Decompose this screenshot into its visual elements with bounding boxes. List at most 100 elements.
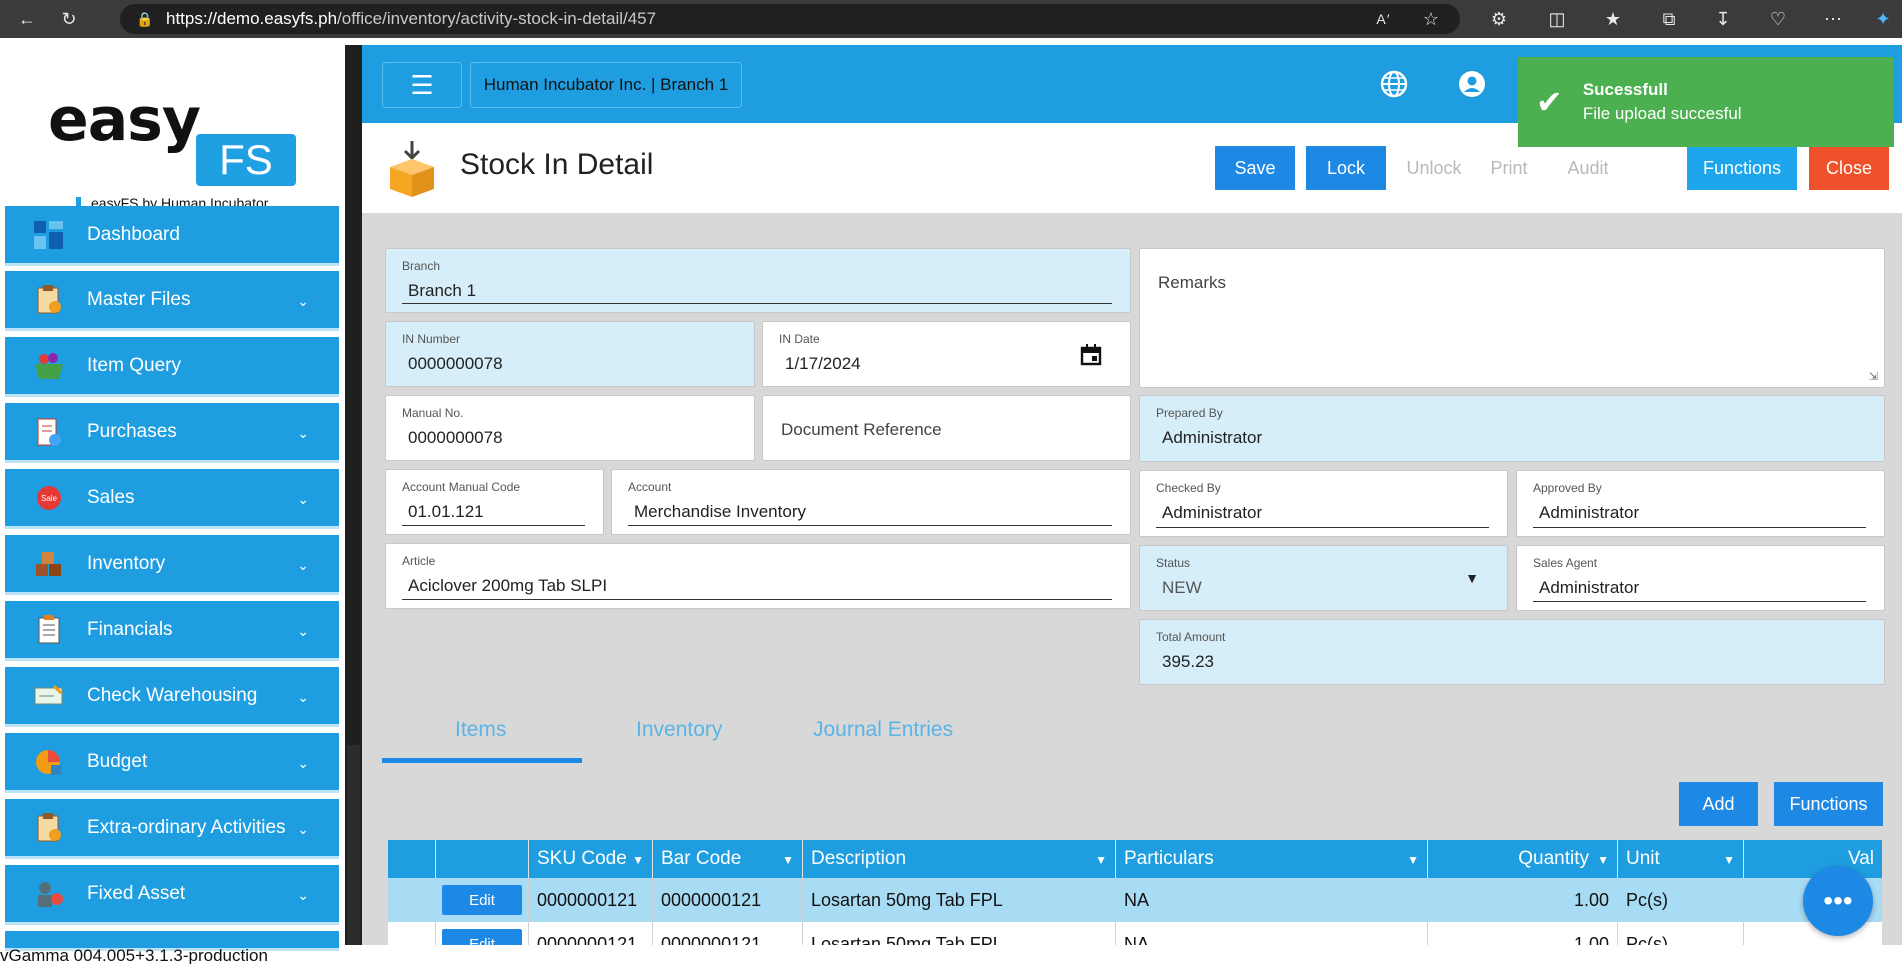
column-header-unit[interactable]: Unit ▼ — [1618, 840, 1744, 878]
user-account-icon[interactable] — [1455, 67, 1489, 101]
column-header-value[interactable]: Val — [1744, 840, 1882, 878]
lock-button[interactable]: Lock — [1306, 146, 1386, 190]
branch-field[interactable]: Branch Branch 1 — [385, 248, 1131, 313]
sku-code-cell: 0000000121 — [529, 922, 653, 945]
favorite-star-icon[interactable]: ☆ — [1418, 6, 1444, 32]
unlock-button[interactable]: Unlock — [1394, 146, 1474, 190]
tab-journal-entries[interactable]: Journal Entries — [813, 718, 953, 742]
filter-icon[interactable]: ▼ — [1407, 853, 1419, 867]
in-number-field[interactable]: IN Number 0000000078 — [385, 321, 755, 387]
filter-icon[interactable]: ▼ — [632, 853, 644, 867]
chevron-down-icon: ⌄ — [297, 293, 309, 309]
filter-icon[interactable]: ▼ — [1095, 853, 1107, 867]
column-header-quantity[interactable]: Quantity ▼ — [1428, 840, 1618, 878]
quantity-cell: 1.00 — [1428, 922, 1618, 945]
in-date-field[interactable]: IN Date 1/17/2024 — [762, 321, 1131, 387]
column-header-sku-code[interactable]: SKU Code ▼ — [529, 840, 653, 878]
more-actions-fab[interactable]: ••• — [1803, 866, 1873, 936]
article-field[interactable]: Article Aciclover 200mg Tab SLPI — [385, 543, 1131, 609]
sidebar-item-financials[interactable]: Financials ⌄ — [5, 601, 339, 661]
print-button[interactable]: Print — [1474, 146, 1544, 190]
browser-toolbar: ← ↻ 🔒 https://demo.easyfs.ph/office/inve… — [0, 0, 1902, 38]
items-functions-button[interactable]: Functions — [1774, 782, 1883, 826]
resize-handle-icon[interactable]: ⇲ — [1869, 370, 1878, 383]
sidebar-item-label: Budget — [87, 750, 148, 772]
basket-icon — [31, 348, 67, 384]
column-header-bar-code[interactable]: Bar Code ▼ — [653, 840, 803, 878]
total-amount-field[interactable]: Total Amount 395.23 — [1139, 619, 1885, 685]
scrollbar-thumb[interactable] — [347, 745, 360, 945]
copilot-icon[interactable]: ✦ — [1870, 6, 1896, 32]
sidebar-item-check-warehousing[interactable]: Check Warehousing ⌄ — [5, 667, 339, 727]
sidebar-item-budget[interactable]: Budget ⌄ — [5, 733, 339, 793]
downloads-icon[interactable]: ↧ — [1710, 6, 1736, 32]
filter-icon[interactable]: ▼ — [782, 853, 794, 867]
address-bar[interactable]: 🔒 https://demo.easyfs.ph/office/inventor… — [120, 4, 1460, 34]
sales-agent-field[interactable]: Sales Agent Administrator — [1516, 545, 1885, 611]
read-aloud-icon[interactable]: A ′ — [1370, 6, 1396, 32]
row-select-cell — [388, 922, 436, 945]
sidebar-item-dashboard[interactable]: Dashboard — [5, 206, 339, 266]
success-toast[interactable]: ✔ Sucessfull File upload succesful — [1518, 57, 1894, 147]
sidebar-item-label: Fixed Asset — [87, 882, 186, 904]
split-screen-icon[interactable]: ◫ — [1544, 6, 1570, 32]
sidebar-scrollbar[interactable] — [345, 45, 362, 945]
url-text: https://demo.easyfs.ph/office/inventory/… — [166, 9, 657, 28]
sidebar-item-inventory[interactable]: Inventory ⌄ — [5, 535, 339, 595]
add-item-button[interactable]: Add — [1679, 782, 1758, 826]
sale-icon: Sale — [31, 480, 67, 516]
back-icon[interactable]: ← — [14, 6, 40, 32]
status-select[interactable]: Status NEW ▼ — [1139, 545, 1508, 611]
filter-icon[interactable]: ▼ — [1723, 853, 1735, 867]
document-reference-field[interactable]: Document Reference — [762, 395, 1131, 461]
column-header-description[interactable]: Description ▼ — [803, 840, 1116, 878]
close-button[interactable]: Close — [1809, 146, 1889, 190]
edit-row-button[interactable]: Edit — [442, 929, 522, 945]
table-row[interactable]: Edit 0000000121 0000000121 Losartan 50mg… — [388, 922, 1882, 945]
sidebar-item-extra-ordinary-activities[interactable]: Extra-ordinary Activities ⌄ — [5, 799, 339, 859]
save-button[interactable]: Save — [1215, 146, 1295, 190]
column-header-particulars[interactable]: Particulars ▼ — [1116, 840, 1428, 878]
company-branch-selector[interactable]: Human Incubator Inc. | Branch 1 — [470, 62, 742, 108]
edit-row-button[interactable]: Edit — [442, 885, 522, 915]
sidebar-item-fixed-asset[interactable]: Fixed Asset ⌄ — [5, 865, 339, 925]
more-options-icon[interactable]: ⋯ — [1820, 6, 1846, 32]
master-files-icon — [31, 282, 67, 318]
quantity-cell: 1.00 — [1428, 878, 1618, 922]
manual-no-field[interactable]: Manual No. 0000000078 — [385, 395, 755, 461]
remarks-textarea[interactable]: Remarks ⇲ — [1139, 248, 1885, 388]
favorites-icon[interactable]: ★ — [1600, 6, 1626, 32]
checked-by-field[interactable]: Checked By Administrator — [1139, 470, 1508, 537]
collections-icon[interactable]: ⧉ — [1656, 6, 1682, 32]
account-field[interactable]: Account Merchandise Inventory — [611, 469, 1131, 535]
prepared-by-field[interactable]: Prepared By Administrator — [1139, 395, 1885, 462]
dropdown-arrow-icon[interactable]: ▼ — [1465, 570, 1479, 586]
activities-icon — [31, 810, 67, 846]
sku-code-cell: 0000000121 — [529, 878, 653, 922]
refresh-icon[interactable]: ↻ — [56, 6, 82, 32]
tab-items[interactable]: Items — [455, 718, 506, 742]
account-manual-code-field[interactable]: Account Manual Code 01.01.121 — [385, 469, 604, 535]
globe-icon[interactable] — [1377, 67, 1411, 101]
calendar-icon[interactable] — [1080, 344, 1102, 371]
hamburger-menu-button[interactable]: ☰ — [382, 62, 462, 108]
health-icon[interactable]: ♡ — [1765, 6, 1791, 32]
sidebar-item-purchases[interactable]: Purchases ⌄ — [5, 403, 339, 463]
chevron-down-icon: ⌄ — [297, 557, 309, 573]
inventory-icon — [31, 546, 67, 582]
row-select-cell — [388, 878, 436, 922]
extensions-icon[interactable]: ⚙ — [1486, 6, 1512, 32]
sidebar-item-master-files[interactable]: Master Files ⌄ — [5, 271, 339, 331]
audit-button[interactable]: Audit — [1548, 146, 1628, 190]
tab-inventory[interactable]: Inventory — [636, 718, 722, 742]
particulars-cell: NA — [1116, 922, 1428, 945]
functions-button[interactable]: Functions — [1687, 146, 1797, 190]
filter-icon[interactable]: ▼ — [1597, 853, 1609, 867]
particulars-cell: NA — [1116, 878, 1428, 922]
sidebar-item-sales[interactable]: Sale Sales ⌄ — [5, 469, 339, 529]
stock-in-box-icon — [388, 141, 436, 197]
table-row[interactable]: Edit 0000000121 0000000121 Losartan 50mg… — [388, 878, 1882, 922]
grid-header-select — [388, 840, 436, 878]
approved-by-field[interactable]: Approved By Administrator — [1516, 470, 1885, 537]
sidebar-item-item-query[interactable]: Item Query — [5, 337, 339, 397]
